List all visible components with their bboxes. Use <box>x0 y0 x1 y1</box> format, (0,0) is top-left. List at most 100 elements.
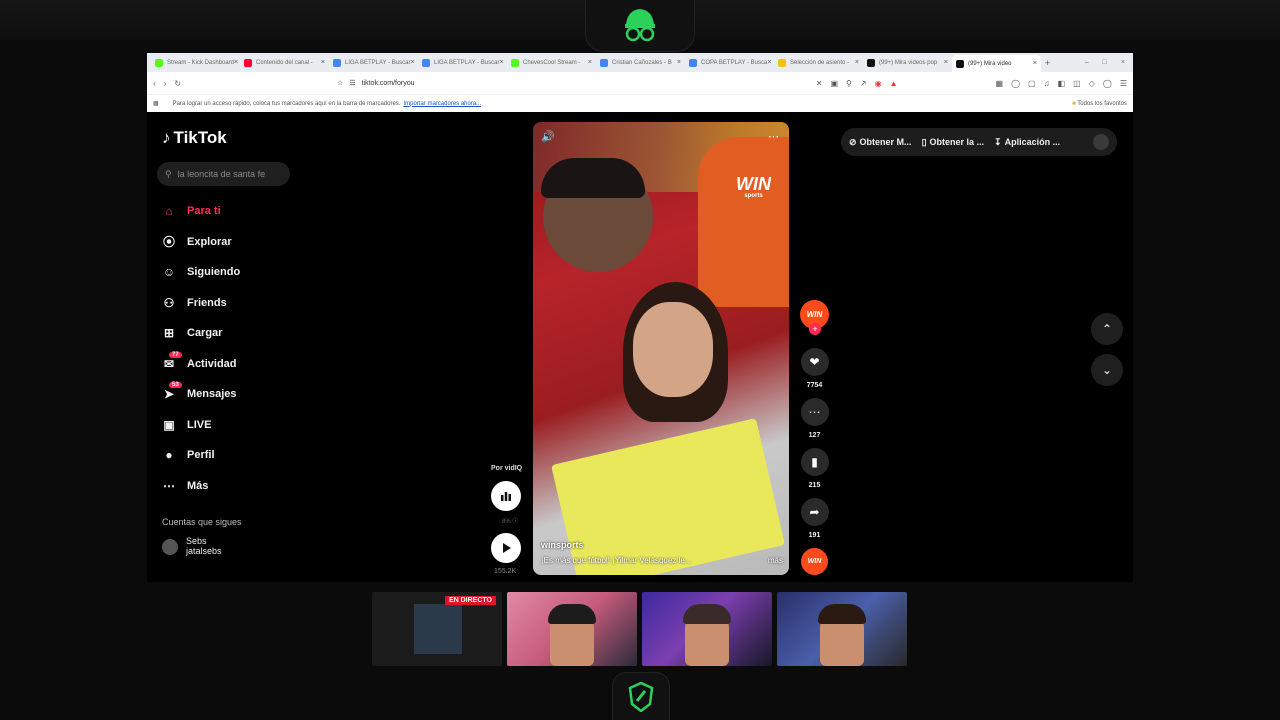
previous-video-button[interactable]: ⌃ <box>1091 313 1123 345</box>
browser-tab[interactable]: ChevesCool Stream - × <box>507 55 596 70</box>
sidebar-item-parati[interactable]: ⌂ Para ti <box>161 196 301 227</box>
ext-icon[interactable]: ▢ <box>1028 79 1036 88</box>
sidebar-item-perfil[interactable]: ● Perfil <box>161 440 301 471</box>
tab-close-icon[interactable]: × <box>234 59 238 66</box>
extensions-icon[interactable]: ▦ <box>996 79 1004 88</box>
new-tab-icon[interactable]: + <box>1045 58 1050 68</box>
video-player[interactable]: 🔊 ⋯ WIN sports winsports ¡Es más que fút… <box>533 122 789 575</box>
sidebar-item-cargar[interactable]: ⊞ Cargar <box>161 318 301 349</box>
browser-tab[interactable]: LIGA BETPLAY - Buscar × <box>329 55 418 70</box>
tab-close-icon[interactable]: × <box>410 59 414 66</box>
sidebar-item-label: Mensajes <box>187 388 237 401</box>
url-text: tiktok.com/foryou <box>361 79 415 87</box>
browser-tab[interactable]: COPA BETPLAY - Busca × <box>685 55 774 70</box>
top-actions-bar: ⊘ Obtener M... ▯ Obtener la ... ↧ Aplicació… <box>841 128 1117 156</box>
site-info-icon[interactable]: ☰ <box>349 79 355 87</box>
all-favorites[interactable]: ■ Todos los favoritos <box>1072 101 1127 107</box>
tab-close-icon[interactable]: × <box>1033 60 1037 67</box>
profile-avatar[interactable] <box>1093 134 1109 150</box>
reload-icon[interactable]: ↻ <box>174 79 181 88</box>
volume-icon[interactable]: 🔊 <box>541 130 555 143</box>
ext-icon[interactable]: ◉ <box>875 79 882 88</box>
notification-badge: 53 <box>169 382 182 388</box>
info-icon[interactable]: ⓘ <box>512 519 518 525</box>
sidebar-item-actividad[interactable]: ✉ 77 Actividad <box>161 349 301 380</box>
sidebar-item-siguiendo[interactable]: ☺ Siguiendo <box>161 257 301 288</box>
browser-tab[interactable]: Contenido del canal - × <box>240 55 329 70</box>
tab-close-icon[interactable]: × <box>588 59 592 66</box>
bookmark-star-icon[interactable]: ☆ <box>337 79 343 87</box>
ext-icon[interactable]: ✕ <box>816 79 823 88</box>
video-figure <box>633 302 713 397</box>
browser-tab[interactable]: (99+) Mira videos pop × <box>863 55 952 70</box>
avatar <box>162 539 178 555</box>
more-options-icon[interactable]: ⋯ <box>768 130 779 143</box>
coin-icon: ⊘ <box>849 136 857 147</box>
maximize-icon[interactable]: □ <box>1103 59 1107 66</box>
back-icon[interactable]: ‹ <box>153 79 156 88</box>
follow-plus-icon[interactable]: + <box>809 323 821 335</box>
sidebar-item-friends[interactable]: ⚇ Friends <box>161 288 301 319</box>
next-video-button[interactable]: ⌄ <box>1091 354 1123 386</box>
sidebar-item-mensajes[interactable]: ➤ 53 Mensajes <box>161 379 301 410</box>
tab-close-icon[interactable]: × <box>855 59 859 66</box>
save-button[interactable]: ▮ 215 <box>800 448 829 489</box>
menu-icon[interactable]: ☰ <box>1120 79 1127 88</box>
browser-tab[interactable]: LIGA BETPLAY - Buscar × <box>418 55 507 70</box>
sidebar-item-ms[interactable]: ⋯ Más <box>161 471 301 502</box>
share-icon[interactable]: ↗ <box>860 79 867 88</box>
ext-icon[interactable]: ▲ <box>890 79 898 88</box>
tiktok-logo[interactable]: ♪ TikTok <box>162 128 227 148</box>
forward-icon[interactable]: › <box>164 79 167 88</box>
heart-icon: ❤ <box>800 348 829 376</box>
following-title: Cuentas que sigues <box>162 517 242 527</box>
like-button[interactable]: ❤ 7754 <box>800 348 829 389</box>
search-input[interactable]: ⚲ la leoncita de santa fe <box>157 162 290 186</box>
sidebar-item-label: Actividad <box>187 357 237 370</box>
tab-close-icon[interactable]: × <box>767 59 771 66</box>
minimize-icon[interactable]: – <box>1085 59 1089 66</box>
browser-tab[interactable]: Cristian Cañozales - B × <box>596 55 685 70</box>
import-bookmarks-link[interactable]: Importar marcadores ahora... <box>403 101 481 107</box>
video-username[interactable]: winsports <box>541 540 783 550</box>
tab-label: Stream - Kick Dashboard <box>167 59 235 66</box>
live-icon: ▣ <box>163 417 175 432</box>
get-coins-button[interactable]: ⊘ Obtener M... <box>849 137 912 148</box>
following-account[interactable]: Sebs jatalsebs <box>162 536 222 556</box>
sidebar-item-explorar[interactable]: ⦿ Explorar <box>161 227 301 258</box>
tab-close-icon[interactable]: × <box>321 59 325 66</box>
download-app-button[interactable]: ↧ Aplicación ... <box>994 137 1060 148</box>
streamer-figure <box>818 604 866 666</box>
zoom-icon[interactable]: ⚲ <box>846 79 852 88</box>
vidiq-stats-button[interactable] <box>491 481 521 511</box>
tab-close-icon[interactable]: × <box>499 59 503 66</box>
ext-icon[interactable]: ◇ <box>1089 79 1095 88</box>
tab-close-icon[interactable]: × <box>944 59 948 66</box>
sidebar-icon[interactable]: ◧ <box>1058 79 1066 88</box>
activity-icon: ✉ <box>163 356 175 371</box>
browser-tab[interactable]: Selección de asiento - × <box>774 55 863 70</box>
play-icon <box>503 543 511 553</box>
address-bar[interactable]: ☆ ☰ tiktok.com/foryou <box>337 76 787 90</box>
live-badge: EN DIRECTO <box>444 596 496 605</box>
play-button[interactable] <box>491 533 521 563</box>
browser-tab[interactable]: (99+) Mira video × <box>952 55 1041 72</box>
tab-close-icon[interactable]: × <box>677 59 681 66</box>
close-window-icon[interactable]: × <box>1121 59 1125 66</box>
video-figure <box>541 158 645 198</box>
get-app-button[interactable]: ▯ Obtener la ... <box>922 137 984 148</box>
ext-icon[interactable]: ◫ <box>1073 79 1081 88</box>
media-icon[interactable]: ♫ <box>1044 79 1050 88</box>
ext-icon[interactable]: ◯ <box>1011 79 1020 88</box>
apps-icon[interactable]: ▦ <box>153 100 159 107</box>
sound-disc[interactable]: WIN <box>801 548 828 575</box>
search-icon: ⚲ <box>165 168 172 179</box>
caption-more-link[interactable]: más <box>768 556 783 565</box>
comment-button[interactable]: ⋯ 127 <box>800 398 829 439</box>
ext-icon[interactable]: ◯ <box>1103 79 1112 88</box>
ext-icon[interactable]: ▣ <box>830 79 838 88</box>
browser-tab[interactable]: Stream - Kick Dashboard × <box>151 55 240 70</box>
sidebar-item-live[interactable]: ▣ LIVE <box>161 410 301 441</box>
share-button[interactable]: ➦ 191 <box>800 498 829 539</box>
bookmark-icon: ▮ <box>800 448 829 476</box>
